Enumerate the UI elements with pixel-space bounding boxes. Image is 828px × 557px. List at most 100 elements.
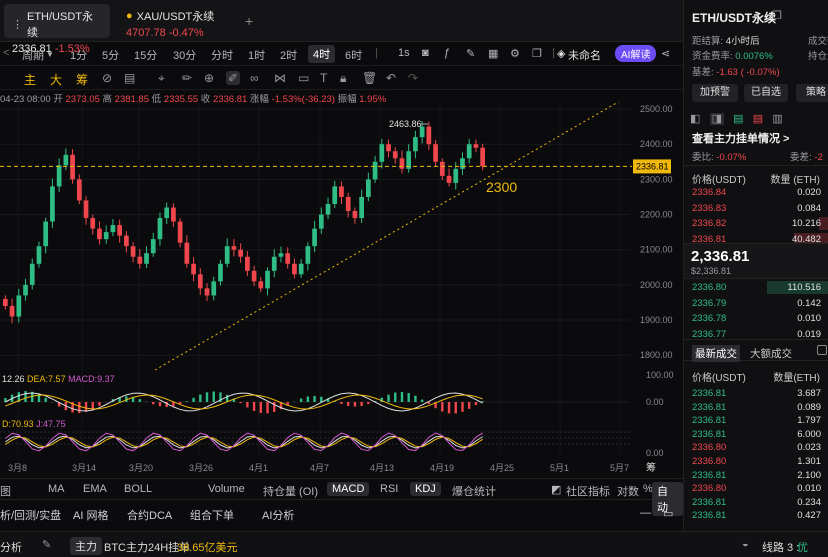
pattern-icon[interactable]: ⋈ [274, 71, 286, 85]
copy-icon[interactable]: ❐ [772, 9, 782, 22]
period-1m[interactable]: 1分 [70, 47, 87, 63]
basis-label: 基差: [692, 67, 714, 78]
community-indicator-icon[interactable]: ◩ [551, 483, 561, 496]
lock-icon[interactable]: 🔒︎ [340, 71, 346, 86]
copy-icon[interactable]: ❐ [532, 47, 542, 60]
contract-dca-tab[interactable]: 合约DCA [127, 507, 172, 523]
settings-icon[interactable]: ⚙ [510, 47, 520, 60]
layout-icon[interactable]: ▦ [488, 47, 498, 60]
chip-toggle[interactable]: 筹 [76, 71, 88, 88]
bid-row[interactable]: 2336.78 0.010 [684, 312, 828, 325]
text-tool-icon[interactable]: T [320, 71, 327, 85]
indicator-tab-ema[interactable]: EMA [83, 483, 107, 495]
latest-trades-tab[interactable]: 最新成交 [692, 345, 740, 362]
combo-order-tab[interactable]: 组合下单 [190, 507, 234, 523]
candle-body [63, 154, 69, 166]
chevron-down-icon[interactable]: ▼ [46, 50, 54, 59]
candle-body [43, 221, 49, 247]
ai-analysis-button[interactable]: AI解读 [615, 45, 657, 62]
x-tick-label: 3月14 [72, 463, 96, 473]
period-timeshare[interactable]: 分时 [211, 47, 233, 63]
panel-title: ETH/USDT永续 [692, 11, 777, 25]
orderbook-bids-icon[interactable]: ◨ [709, 113, 724, 125]
orderbook-both-icon[interactable]: ◧ [690, 113, 700, 125]
trade-qty: 6.000 [797, 428, 821, 440]
add-alert-button[interactable]: 加预警 [692, 84, 738, 102]
draw-chart-icon[interactable]: ⊘ [102, 71, 112, 85]
brush-icon[interactable]: ✐ [226, 71, 241, 85]
period-4h[interactable]: 4时 [308, 45, 336, 63]
indicator-tab-volume[interactable]: Volume [208, 483, 245, 495]
indicator-tab-liquidation[interactable]: 爆仓统计 [452, 483, 496, 499]
orderbook-list-icon[interactable]: ▤ [753, 113, 763, 125]
community-indicator-button[interactable]: 社区指标 [566, 483, 610, 499]
indicator-tab-ma[interactable]: MA [48, 483, 65, 495]
ask-row[interactable]: 2336.82 10.216 [684, 217, 828, 230]
trash-icon[interactable]: 🗑︎ [362, 71, 377, 85]
bid-row[interactable]: 2336.80 110.516 [684, 281, 828, 294]
candlestick-chart[interactable]: 2500.00 2400.00 2300.00 2200.00 2100.00 2000.… [0, 102, 683, 476]
large-trades-checkbox[interactable] [817, 345, 827, 355]
period-6h[interactable]: 6时 [345, 47, 362, 63]
candle-body [171, 207, 176, 222]
edit-icon[interactable]: ✎ [466, 47, 475, 60]
favorite-button[interactable]: 已自选 [744, 84, 788, 102]
macd-dif: 12.26 [2, 374, 25, 384]
ruler-icon[interactable]: ✏ [182, 71, 192, 85]
tab-eth-usdt[interactable]: ⋮ ETH/USDT永续 2336.81 -1.53% [4, 4, 110, 55]
period-2h[interactable]: 2时 [280, 47, 297, 63]
template-icon[interactable]: ◈ [557, 47, 565, 60]
bid-row[interactable]: 2336.79 0.142 [684, 297, 828, 310]
indicator-tab-chart[interactable]: 图 [0, 483, 11, 499]
connection-line-label[interactable]: 线路 3 : [762, 539, 799, 555]
ticker-value[interactable]: 38.65亿美元 [177, 539, 238, 555]
basis-value: -1.63 ( -0.07%) [716, 67, 780, 78]
ai-grid-tab[interactable]: AI 网格 [73, 507, 108, 523]
kdj-j: J:47.75 [36, 419, 66, 429]
period-1h[interactable]: 1时 [248, 47, 265, 63]
zoom-icon[interactable]: ⊕ [204, 71, 214, 85]
crosshair-icon[interactable]: ⌖ [158, 71, 165, 86]
minimize-icon[interactable]: — [640, 507, 651, 519]
main-orders-link[interactable]: 查看主力挂单情况 > [692, 130, 789, 146]
x-tick-label: 3月20 [129, 463, 153, 473]
expand-icon[interactable]: ▭ [663, 507, 673, 520]
table-icon[interactable]: ▤ [124, 71, 135, 85]
candle-body [224, 246, 230, 264]
large-trades-tab[interactable]: 大额成交 [750, 346, 792, 361]
period-label[interactable]: 周期 [22, 47, 44, 63]
toolbar-scroll-left[interactable]: < [3, 47, 9, 59]
indicator-tab-kdj[interactable]: KDJ [410, 482, 441, 496]
period-15m[interactable]: 15分 [134, 47, 157, 63]
add-tab-button[interactable]: + [245, 13, 253, 29]
undo-icon[interactable]: ↶ [386, 71, 396, 85]
camera-icon[interactable]: ◙ [422, 47, 429, 59]
backtest-tab[interactable]: 析/回测/实盘 [0, 507, 61, 523]
ai-analysis-tab[interactable]: AI分析 [262, 507, 294, 523]
ask-row[interactable]: 2336.83 0.084 [684, 202, 828, 215]
large-order-toggle[interactable]: 大 [50, 71, 62, 88]
period-30m[interactable]: 30分 [173, 47, 196, 63]
indicator-tab-rsi[interactable]: RSI [380, 483, 398, 495]
trade-price: 2336.81 [692, 469, 727, 481]
indicator-tab-boll[interactable]: BOLL [124, 483, 152, 495]
indicator-tab-macd[interactable]: MACD [327, 482, 370, 496]
indicator-tab-oi[interactable]: 持仓量 (OI) [263, 483, 318, 499]
fib-icon[interactable]: ▭ [298, 71, 309, 85]
redo-icon[interactable]: ↷ [408, 71, 418, 85]
log-scale-toggle[interactable]: 对数 [617, 483, 639, 499]
template-selector[interactable]: 未命名 [568, 47, 601, 63]
share-icon[interactable]: ⋖ [661, 47, 670, 60]
period-1s[interactable]: 1s [398, 47, 410, 59]
indicator-icon[interactable]: ƒ [444, 47, 450, 59]
pin-icon[interactable]: ✎ [42, 538, 51, 551]
tab-xau-usdt[interactable]: ● XAU/USDT永续 4707.78 -0.47% [118, 4, 224, 39]
ask-row[interactable]: 2336.84 0.020 [684, 186, 828, 199]
period-5m[interactable]: 5分 [102, 47, 119, 63]
main-chart-toggle[interactable]: 主 [24, 71, 36, 88]
shapes-icon[interactable]: ∞ [250, 71, 259, 85]
x-tick-label: 4月13 [370, 463, 394, 473]
orderbook-asks-icon[interactable]: ▤ [733, 113, 743, 125]
orderbook-depth-icon[interactable]: ▥ [772, 113, 782, 125]
strategy-button[interactable]: 策略 [796, 84, 828, 102]
